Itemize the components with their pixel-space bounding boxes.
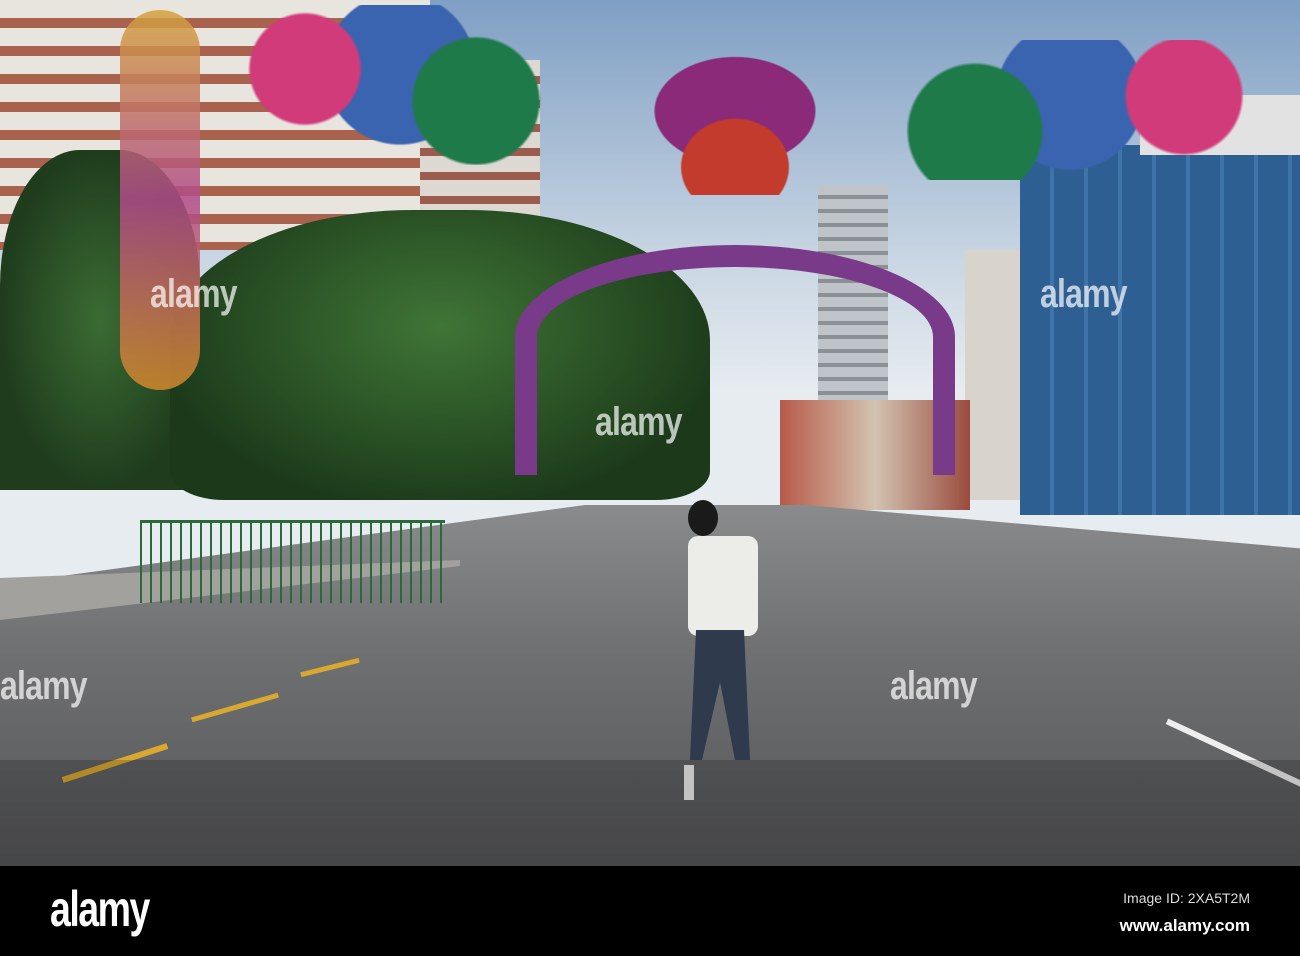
watermark: alamy <box>595 400 683 444</box>
shadow <box>0 760 1300 866</box>
street-photo: alamy alamy alamy alamy alamy <box>0 0 1300 866</box>
site-url: www.alamy.com <box>1119 916 1250 935</box>
scaffolded-building <box>1020 145 1300 515</box>
watermark: alamy <box>0 664 88 708</box>
festive-decoration <box>120 10 200 390</box>
image-id: Image ID: 2XA5T2M <box>1123 890 1250 906</box>
alamy-logo: alamy <box>50 881 150 937</box>
arch-decoration <box>515 245 955 475</box>
pedestrian <box>688 500 768 765</box>
watermark: alamy <box>890 664 978 708</box>
footer-bar: alamy Image ID: 2XA5T2M www.alamy.com <box>0 866 1300 956</box>
watermark: alamy <box>1040 272 1128 316</box>
diya-lamp-decoration <box>610 55 860 195</box>
peacock-decoration <box>210 5 590 165</box>
watermark: alamy <box>150 272 238 316</box>
peacock-decoration <box>880 40 1260 180</box>
green-railing <box>140 520 445 603</box>
